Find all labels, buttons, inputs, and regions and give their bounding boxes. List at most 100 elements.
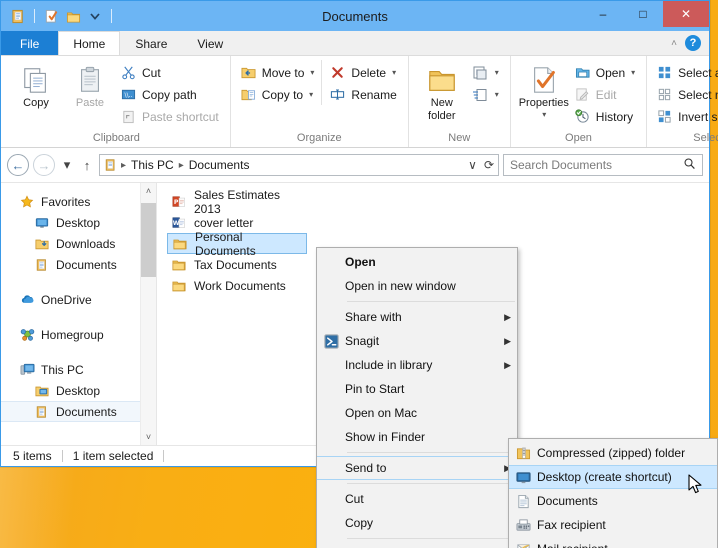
tab-file[interactable]: File — [1, 31, 59, 55]
send-to-item-fax-recipient[interactable]: Fax recipient — [509, 513, 717, 537]
send-to-submenu[interactable]: Compressed (zipped) folder Desktop (crea… — [508, 438, 718, 548]
properties-caret-icon[interactable]: ▾ — [542, 110, 546, 119]
file-item-sales-estimates[interactable]: P Sales Estimates 2013 — [167, 188, 307, 216]
context-menu-item-copy[interactable]: Copy — [317, 511, 517, 535]
new-item-caret-icon[interactable]: ▾ — [495, 68, 499, 77]
copy-to-icon — [240, 86, 257, 103]
navigation-scrollbar[interactable]: ˄ ˅ — [140, 183, 156, 445]
scrollbar-track[interactable] — [140, 199, 156, 429]
maximize-button[interactable]: □ — [623, 1, 663, 27]
search-icon[interactable] — [683, 157, 696, 173]
snagit-icon — [323, 333, 339, 349]
select-none-button[interactable]: Select none — [653, 84, 718, 105]
context-menu-item-show-in-finder[interactable]: Show in Finder — [317, 425, 517, 449]
file-item-work-documents[interactable]: Work Documents — [167, 275, 307, 296]
nav-onedrive-label: OneDrive — [41, 292, 92, 307]
search-input[interactable]: Search Documents — [503, 154, 703, 176]
minimize-button[interactable]: – — [583, 1, 623, 27]
history-label: History — [595, 109, 634, 124]
explorer-menu-icon[interactable] — [9, 7, 27, 25]
cut-button[interactable]: Cut — [117, 62, 224, 83]
copy-path-button[interactable]: \\.. Copy path — [117, 84, 224, 105]
tab-home[interactable]: Home — [58, 31, 121, 55]
context-menu-item-send-to[interactable]: Send to ▶ — [317, 456, 517, 480]
nav-favorites-downloads-label: Downloads — [56, 236, 116, 251]
copy-to-caret-icon[interactable]: ▾ — [309, 90, 313, 99]
new-group-label: New — [448, 132, 471, 144]
nav-homegroup[interactable]: Homegroup — [1, 324, 156, 345]
breadcrumb-this-pc[interactable]: This PC — [129, 158, 176, 172]
nav-onedrive[interactable]: OneDrive — [1, 289, 156, 310]
context-menu-item-snagit[interactable]: Snagit ▶ — [317, 329, 517, 353]
refresh-icon[interactable]: ⟳ — [484, 158, 494, 172]
address-dropdown-icon[interactable]: ∨ — [468, 158, 477, 172]
move-to-button[interactable]: Move to ▾ — [237, 62, 320, 83]
context-menu-item-open[interactable]: Open — [317, 250, 517, 274]
close-button[interactable]: ✕ — [663, 1, 709, 27]
easy-access-caret-icon[interactable]: ▾ — [495, 90, 499, 99]
copy-label: Copy — [23, 97, 49, 109]
scrollbar-thumb[interactable] — [140, 203, 156, 277]
history-button[interactable]: History — [571, 106, 640, 127]
rename-button[interactable]: Rename — [326, 84, 401, 105]
scroll-up-icon[interactable]: ˄ — [141, 183, 157, 199]
ribbon-tab-right-controls: ˄ ? — [671, 31, 709, 55]
paste-button[interactable]: Paste — [63, 60, 117, 110]
invert-selection-label: Invert selection — [678, 109, 718, 124]
send-to-item-desktop-shortcut[interactable]: Desktop (create shortcut) — [509, 465, 717, 489]
copy-to-button[interactable]: Copy to ▾ — [237, 84, 320, 105]
help-icon[interactable]: ? — [685, 35, 701, 51]
breadcrumb-bar[interactable]: ▸ This PC ▸ Documents ∨ ⟳ — [99, 154, 499, 176]
open-caret-icon[interactable]: ▾ — [631, 68, 635, 77]
forward-button[interactable]: → — [33, 154, 55, 176]
mail-icon — [515, 541, 531, 548]
nav-favorites-desktop[interactable]: Desktop — [1, 212, 156, 233]
back-button[interactable]: ← — [7, 154, 29, 176]
delete-caret-icon[interactable]: ▾ — [392, 68, 396, 77]
nav-favorites-documents[interactable]: Documents — [1, 254, 156, 275]
scroll-down-icon[interactable]: ˅ — [141, 429, 157, 445]
tab-view[interactable]: View — [182, 31, 238, 55]
send-to-item-mail-recipient[interactable]: Mail recipient — [509, 537, 717, 548]
tab-share[interactable]: Share — [120, 31, 182, 55]
new-item-button[interactable]: ▾ — [469, 62, 504, 83]
easy-access-button[interactable]: ▾ — [469, 84, 504, 105]
context-menu-item-pin-to-start[interactable]: Pin to Start — [317, 377, 517, 401]
delete-button[interactable]: Delete ▾ — [326, 62, 401, 83]
context-menu[interactable]: Open Open in new window Share with ▶ Sna… — [316, 247, 518, 548]
edit-button[interactable]: Edit — [571, 84, 640, 105]
nav-favorites-downloads[interactable]: Downloads — [1, 233, 156, 254]
send-to-item-documents[interactable]: Documents — [509, 489, 717, 513]
context-menu-item-create-shortcut[interactable]: Create shortcut — [317, 542, 517, 548]
context-menu-item-open-on-mac[interactable]: Open on Mac — [317, 401, 517, 425]
file-item-personal-documents[interactable]: Personal Documents — [167, 230, 307, 258]
properties-button[interactable]: Properties ▾ — [517, 60, 571, 119]
paste-shortcut-button[interactable]: Paste shortcut — [117, 106, 224, 127]
open-button[interactable]: Open ▾ — [571, 62, 640, 83]
context-menu-item-open-in-new-window[interactable]: Open in new window — [317, 274, 517, 298]
context-menu-item-include-in-library[interactable]: Include in library ▶ — [317, 353, 517, 377]
invert-selection-button[interactable]: Invert selection — [653, 106, 718, 127]
recent-locations-button[interactable]: ▾ — [59, 154, 75, 176]
nav-this-pc[interactable]: This PC — [1, 359, 156, 380]
send-to-item-compressed-folder[interactable]: Compressed (zipped) folder — [509, 441, 717, 465]
nav-this-pc-documents[interactable]: Documents — [1, 401, 156, 422]
window-controls: – □ ✕ — [583, 1, 709, 31]
breadcrumb-separator-0: ▸ — [121, 159, 127, 171]
select-all-button[interactable]: Select all — [653, 62, 718, 83]
new-folder-icon[interactable] — [64, 7, 82, 25]
context-menu-item-cut[interactable]: Cut — [317, 487, 517, 511]
collapse-ribbon-icon[interactable]: ˄ — [671, 38, 677, 49]
copy-button[interactable]: Copy — [9, 60, 63, 110]
nav-favorites[interactable]: Favorites — [1, 191, 156, 212]
customize-qat-icon[interactable] — [86, 7, 104, 25]
new-folder-button[interactable]: New folder — [415, 60, 469, 122]
new-item-icon — [472, 64, 489, 81]
status-item-count: 5 items — [13, 449, 52, 463]
context-menu-item-share-with[interactable]: Share with ▶ — [317, 305, 517, 329]
folder-properties-icon[interactable] — [42, 7, 60, 25]
breadcrumb-documents[interactable]: Documents — [187, 158, 252, 172]
nav-this-pc-desktop[interactable]: Desktop — [1, 380, 156, 401]
up-button[interactable]: ↑ — [79, 154, 95, 176]
move-to-caret-icon[interactable]: ▾ — [310, 68, 314, 77]
